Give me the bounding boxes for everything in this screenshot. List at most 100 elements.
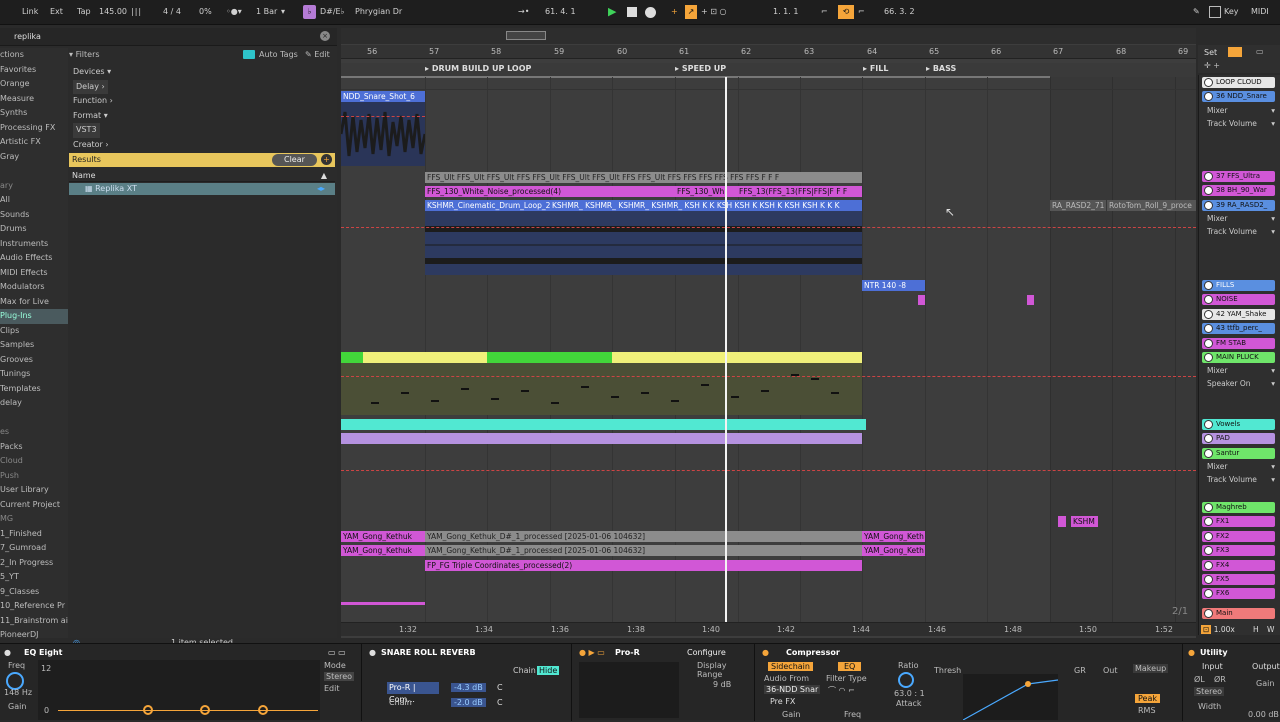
overview-window[interactable]	[506, 31, 546, 40]
configure-button[interactable]: Configure	[687, 647, 726, 659]
place-item[interactable]: Favorites	[0, 63, 68, 78]
stereo-select[interactable]: Stereo	[1194, 687, 1225, 696]
clip-rototom[interactable]: RotoTom_Roll_9_proce	[1107, 200, 1196, 211]
place-item[interactable]: Max for Live	[0, 295, 68, 310]
place-item[interactable]: 7_Gumroad	[0, 541, 68, 556]
ratio-value[interactable]: 63.0 : 1	[894, 689, 925, 698]
mixer-row[interactable]: Mixer ▾	[1207, 461, 1275, 472]
track-activator-icon[interactable]	[1204, 201, 1213, 210]
gain-value[interactable]: 0.00 dB	[1248, 710, 1279, 719]
clip-maghreb-small[interactable]	[1058, 516, 1066, 527]
plugin-display[interactable]	[579, 662, 679, 718]
track-fills[interactable]: FILLS	[1202, 280, 1275, 291]
loop-length-field[interactable]: 66. 3. 2	[884, 5, 915, 19]
place-item[interactable]: 5_YT	[0, 570, 68, 585]
chevron-down-icon[interactable]: ▾	[1271, 105, 1275, 116]
mixer-row[interactable]: Mixer ▾	[1207, 213, 1275, 224]
key-map-button[interactable]: Key	[1224, 5, 1239, 19]
track-activator-icon[interactable]	[1204, 281, 1213, 290]
chevron-down-icon[interactable]: ▾	[1271, 226, 1275, 237]
pre-fx-select[interactable]: Pre FX	[770, 697, 795, 706]
chevron-down-icon[interactable]: ▾	[281, 5, 285, 19]
ext-button[interactable]: Ext	[50, 5, 63, 19]
place-item[interactable]: Modulators	[0, 280, 68, 295]
place-item[interactable]: Drums	[0, 222, 68, 237]
track-activator-icon[interactable]	[1204, 503, 1213, 512]
track-activator-icon[interactable]	[1204, 78, 1213, 87]
chevron-down-icon[interactable]: ▾	[1271, 365, 1275, 376]
track-volume-row[interactable]: Track Volume ▾	[1207, 226, 1275, 237]
chain-pan[interactable]: C	[497, 698, 503, 707]
place-item-selected[interactable]: Plug-Ins	[0, 309, 68, 324]
key-select[interactable]: D#/E♭	[320, 5, 344, 19]
place-item[interactable]: User Library	[0, 483, 68, 498]
place-item[interactable]: Packs	[0, 440, 68, 455]
signature-field[interactable]: 4 / 4	[163, 5, 181, 19]
track-fx3[interactable]: FX3	[1202, 545, 1275, 556]
overdub-icon[interactable]: + ⊡ ○	[701, 5, 726, 19]
scale-mode-icon[interactable]: ♭	[303, 5, 316, 19]
freq-value[interactable]: 148 Hz	[4, 688, 32, 697]
track-activator-icon[interactable]	[1204, 295, 1213, 304]
track-43-ttfb-perc[interactable]: 43 ttfb_perc_	[1202, 323, 1275, 334]
audio-from-select[interactable]: 36-NDD Snar	[764, 685, 821, 694]
rms-button[interactable]: RMS	[1138, 706, 1156, 715]
stop-icon[interactable]	[627, 7, 637, 17]
auto-tags-button[interactable]: Auto Tags	[259, 48, 298, 62]
peak-button[interactable]: Peak	[1135, 694, 1160, 703]
place-item[interactable]: Sounds	[0, 208, 68, 223]
track-activator-icon[interactable]	[1204, 310, 1213, 319]
place-item[interactable]: Measure	[0, 92, 68, 107]
sidechain-eq-button[interactable]: EQ	[838, 662, 862, 671]
clip-cinematic-waveform[interactable]	[425, 211, 862, 275]
place-item[interactable]: Artistic FX	[0, 135, 68, 150]
add-icon[interactable]: +	[321, 154, 332, 165]
place-item[interactable]: Instruments	[0, 237, 68, 252]
eq-band-handle[interactable]	[143, 705, 153, 715]
metronome-icon[interactable]: |||	[131, 5, 142, 19]
loop-icon[interactable]: ⟲	[838, 5, 854, 19]
place-item[interactable]	[0, 411, 68, 426]
set-menu-icon[interactable]: ▭	[1256, 47, 1264, 56]
chevron-down-icon[interactable]: ▾	[1271, 213, 1275, 224]
clip-gong[interactable]: YAM_Gong_Kethuk	[341, 545, 425, 556]
mixer-row[interactable]: Mixer ▾	[1207, 365, 1275, 376]
clip-ffs-row[interactable]: FFS_Ult FFS_Ult FFS_Ult FFS FFS_Ult FFS_…	[425, 172, 862, 183]
device-menu-icon[interactable]: ▭ ▭	[328, 647, 346, 659]
chevron-down-icon[interactable]: ▾	[1271, 118, 1275, 129]
edit-label[interactable]: Edit	[324, 684, 340, 693]
track-activator-icon[interactable]	[1204, 420, 1213, 429]
tempo-field[interactable]: 145.00	[99, 5, 127, 19]
clip-cinematic[interactable]: KSHMR_Cinematic_Drum_Loop_2	[425, 200, 550, 211]
track-activator-icon[interactable]	[1204, 434, 1213, 443]
chain-pan[interactable]: C	[497, 683, 503, 692]
play-icon[interactable]: ▶	[608, 5, 616, 19]
place-item[interactable]: MIDI Effects	[0, 266, 68, 281]
add-icon[interactable]: +	[671, 5, 678, 19]
track-activator-icon[interactable]	[1204, 609, 1213, 618]
edit-filters-button[interactable]: ✎ Edit	[305, 48, 330, 62]
track-fx6[interactable]: FX6	[1202, 588, 1275, 599]
clip-white-noise-c[interactable]: FFS_13(FFS_13(FFS|FFS|F F F	[737, 186, 862, 197]
device-power-icon[interactable]: ●	[762, 647, 769, 659]
track-42-yam-shake[interactable]: 42 YAM_Shake	[1202, 309, 1275, 320]
locator-bar[interactable]: ▸ DRUM BUILD UP LOOP ▸ SPEED UP ▸ FILL ▸…	[341, 63, 1196, 78]
zoom-level[interactable]: 1.00x	[1214, 625, 1235, 634]
set-label[interactable]: Set	[1204, 48, 1217, 57]
auto-tags-icon[interactable]	[243, 50, 255, 59]
display-range-value[interactable]: 9 dB	[713, 680, 731, 689]
chain-item-2[interactable]: Chain	[387, 697, 439, 709]
eq-band-handle[interactable]	[200, 705, 210, 715]
clip-gong-long[interactable]: YAM_Gong_Kethuk_D#_1_processed [2025-01-…	[425, 545, 862, 556]
clip-main-pluck-notes[interactable]	[341, 363, 862, 415]
track-main-pluck[interactable]: MAIN PLUCK	[1202, 352, 1275, 363]
place-item[interactable]: delay	[0, 396, 68, 411]
track-fx5[interactable]: FX5	[1202, 574, 1275, 585]
clip-white-noise[interactable]: FFS_130_White_Noise_processed(4)	[425, 186, 675, 197]
quantize-select[interactable]: 1 Bar	[256, 5, 277, 19]
locator-drum-build-up[interactable]: ▸ DRUM BUILD UP LOOP	[425, 64, 531, 73]
sidechain-button[interactable]: Sidechain	[768, 662, 813, 671]
automation-arm-icon[interactable]: ↗	[685, 5, 697, 19]
playhead[interactable]	[725, 77, 727, 622]
clip-gong-end[interactable]: YAM_Gong_Keth	[862, 531, 925, 542]
